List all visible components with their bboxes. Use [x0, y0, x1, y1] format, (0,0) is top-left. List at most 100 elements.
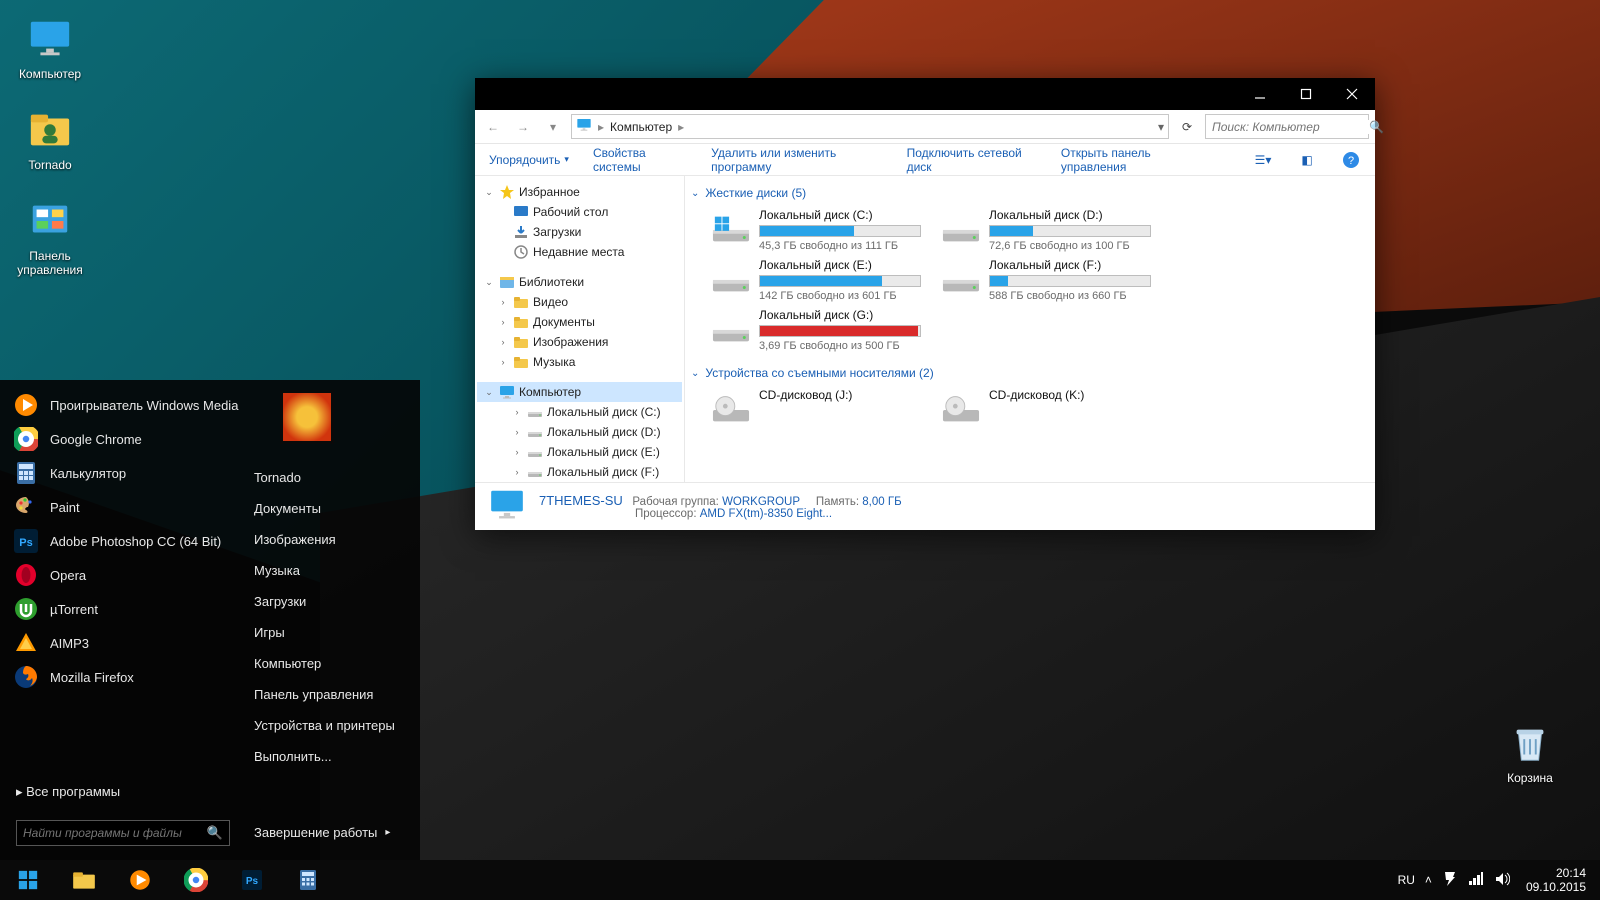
- nav-back[interactable]: ←: [481, 115, 505, 139]
- startmenu-place-5[interactable]: Игры: [240, 617, 420, 648]
- drive-free-text: 588 ГБ свободно из 660 ГБ: [989, 290, 1151, 302]
- toolbar-uninstall[interactable]: Удалить или изменить программу: [711, 146, 882, 174]
- startmenu-app-aimp3[interactable]: AIMP3: [6, 626, 240, 660]
- drive-usage-bar: [759, 275, 921, 287]
- optical-drive-item[interactable]: CD-дисковод (J:): [711, 388, 921, 424]
- startmenu-place-3[interactable]: Музыка: [240, 555, 420, 586]
- workgroup-value: WORKGROUP: [722, 496, 800, 508]
- startmenu-place-6[interactable]: Компьютер: [240, 648, 420, 679]
- all-programs[interactable]: ▸ Все программы: [6, 770, 240, 814]
- hdd-icon: [527, 464, 543, 480]
- window-maximize[interactable]: [1283, 78, 1329, 110]
- startmenu-app-chrome[interactable]: Google Chrome: [6, 422, 240, 456]
- volume-icon[interactable]: [1494, 871, 1510, 890]
- start-search[interactable]: 🔍: [16, 820, 230, 846]
- toolbar-mapdrive[interactable]: Подключить сетевой диск: [907, 146, 1037, 174]
- control-panel-icon: [26, 197, 74, 245]
- hdd-icon: [711, 208, 751, 244]
- startmenu-place-7[interactable]: Панель управления: [240, 679, 420, 710]
- desktop-icon-user[interactable]: Tornado: [10, 106, 90, 172]
- toolbar-organize[interactable]: Упорядочить: [489, 153, 569, 167]
- tree-lib-item[interactable]: ›Изображения: [477, 332, 682, 352]
- refresh-button[interactable]: ⟳: [1175, 115, 1199, 139]
- nav-forward[interactable]: →: [511, 115, 535, 139]
- startmenu-app-wmp[interactable]: Проигрыватель Windows Media: [6, 388, 240, 422]
- taskbar-explorer[interactable]: [56, 860, 112, 900]
- taskbar-chrome[interactable]: [168, 860, 224, 900]
- tree-fav-item[interactable]: Рабочий стол: [477, 202, 682, 222]
- address-dropdown[interactable]: ▾: [1158, 120, 1164, 134]
- start-search-input[interactable]: [23, 826, 207, 840]
- tray-chevron-icon[interactable]: ˄: [1425, 873, 1432, 887]
- tree-favorites[interactable]: ⌄Избранное: [477, 182, 682, 202]
- startmenu-place-8[interactable]: Устройства и принтеры: [240, 710, 420, 741]
- window-titlebar[interactable]: [475, 78, 1375, 110]
- explorer-search-input[interactable]: [1212, 120, 1369, 134]
- folder-icon: [513, 334, 529, 350]
- preview-pane-icon[interactable]: ◧: [1297, 149, 1317, 171]
- tree-drive-item[interactable]: ›Локальный диск (D:): [477, 422, 682, 442]
- nav-recent-dropdown[interactable]: ▾: [541, 115, 565, 139]
- optical-drive-item[interactable]: CD-дисковод (K:): [941, 388, 1151, 424]
- drive-item[interactable]: Локальный диск (F:)588 ГБ свободно из 66…: [941, 258, 1151, 302]
- user-folder-icon: [26, 106, 74, 154]
- tree-lib-item[interactable]: ›Видео: [477, 292, 682, 312]
- group-hdd[interactable]: ⌄Жесткие диски (5): [689, 182, 1371, 204]
- desktop-icon-computer[interactable]: Компьютер: [10, 15, 90, 81]
- tree-lib-item[interactable]: ›Документы: [477, 312, 682, 332]
- group-removable[interactable]: ⌄Устройства со съемными носителями (2): [689, 362, 1371, 384]
- group-hdd-label: Жесткие диски (5): [705, 186, 806, 200]
- aimp3-icon: [14, 631, 38, 655]
- startmenu-app-calc[interactable]: Калькулятор: [6, 456, 240, 490]
- download-icon: [513, 224, 529, 240]
- drive-item[interactable]: Локальный диск (C:)45,3 ГБ свободно из 1…: [711, 208, 921, 252]
- address-bar[interactable]: ▸ Компьютер ▸ ▾: [571, 114, 1169, 139]
- startmenu-place-9[interactable]: Выполнить...: [240, 741, 420, 772]
- tree-drive-item[interactable]: ›Локальный диск (C:): [477, 402, 682, 422]
- taskbar-calc[interactable]: [280, 860, 336, 900]
- startmenu-app-firefox[interactable]: Mozilla Firefox: [6, 660, 240, 694]
- startmenu-place-2[interactable]: Изображения: [240, 524, 420, 555]
- window-close[interactable]: [1329, 78, 1375, 110]
- start-button[interactable]: [0, 860, 56, 900]
- network-icon[interactable]: [1468, 871, 1484, 890]
- taskbar-photoshop[interactable]: Ps: [224, 860, 280, 900]
- desktop-icon-cpl[interactable]: Панель управления: [10, 197, 90, 277]
- drive-item[interactable]: Локальный диск (E:)142 ГБ свободно из 60…: [711, 258, 921, 302]
- window-minimize[interactable]: [1237, 78, 1283, 110]
- clock-date: 09.10.2015: [1526, 880, 1586, 894]
- user-picture[interactable]: [280, 390, 334, 444]
- shutdown-button[interactable]: Завершение работы: [240, 815, 420, 850]
- drive-item[interactable]: Локальный диск (D:)72,6 ГБ свободно из 1…: [941, 208, 1151, 252]
- startmenu-app-opera[interactable]: Opera: [6, 558, 240, 592]
- explorer-search[interactable]: 🔍: [1205, 114, 1369, 139]
- hdd-icon: [527, 424, 543, 440]
- startmenu-place-0[interactable]: Tornado: [240, 462, 420, 493]
- startmenu-place-1[interactable]: Документы: [240, 493, 420, 524]
- tree-drive-item[interactable]: ›Локальный диск (E:): [477, 442, 682, 462]
- lang-indicator[interactable]: RU: [1398, 873, 1415, 887]
- toolbar-sysprops[interactable]: Свойства системы: [593, 146, 687, 174]
- view-options-icon[interactable]: ☰▾: [1253, 149, 1273, 171]
- tree-libraries[interactable]: ⌄Библиотеки: [477, 272, 682, 292]
- drive-item[interactable]: Локальный диск (G:)3,69 ГБ свободно из 5…: [711, 308, 921, 352]
- startmenu-app-label: Google Chrome: [50, 432, 142, 447]
- startmenu-place-4[interactable]: Загрузки: [240, 586, 420, 617]
- tree-lib-item[interactable]: ›Музыка: [477, 352, 682, 372]
- startmenu-app-utorrent[interactable]: µTorrent: [6, 592, 240, 626]
- help-icon[interactable]: ?: [1341, 149, 1361, 171]
- cd-drive-icon: [941, 388, 981, 424]
- calc-icon: [14, 461, 38, 485]
- startmenu-app-photoshop[interactable]: PsAdobe Photoshop CC (64 Bit): [6, 524, 240, 558]
- breadcrumb-computer[interactable]: Компьютер: [610, 120, 672, 134]
- toolbar-opencpl[interactable]: Открыть панель управления: [1061, 146, 1205, 174]
- action-center-icon[interactable]: [1442, 871, 1458, 890]
- tree-computer[interactable]: ⌄Компьютер: [477, 382, 682, 402]
- tree-fav-item[interactable]: Недавние места: [477, 242, 682, 262]
- tree-drive-item[interactable]: ›Локальный диск (F:): [477, 462, 682, 482]
- startmenu-app-paint[interactable]: Paint: [6, 490, 240, 524]
- taskbar-wmp[interactable]: [112, 860, 168, 900]
- tree-fav-item[interactable]: Загрузки: [477, 222, 682, 242]
- tray-clock[interactable]: 20:14 09.10.2015: [1520, 866, 1592, 894]
- desktop-icon-recycle[interactable]: Корзина: [1490, 719, 1570, 785]
